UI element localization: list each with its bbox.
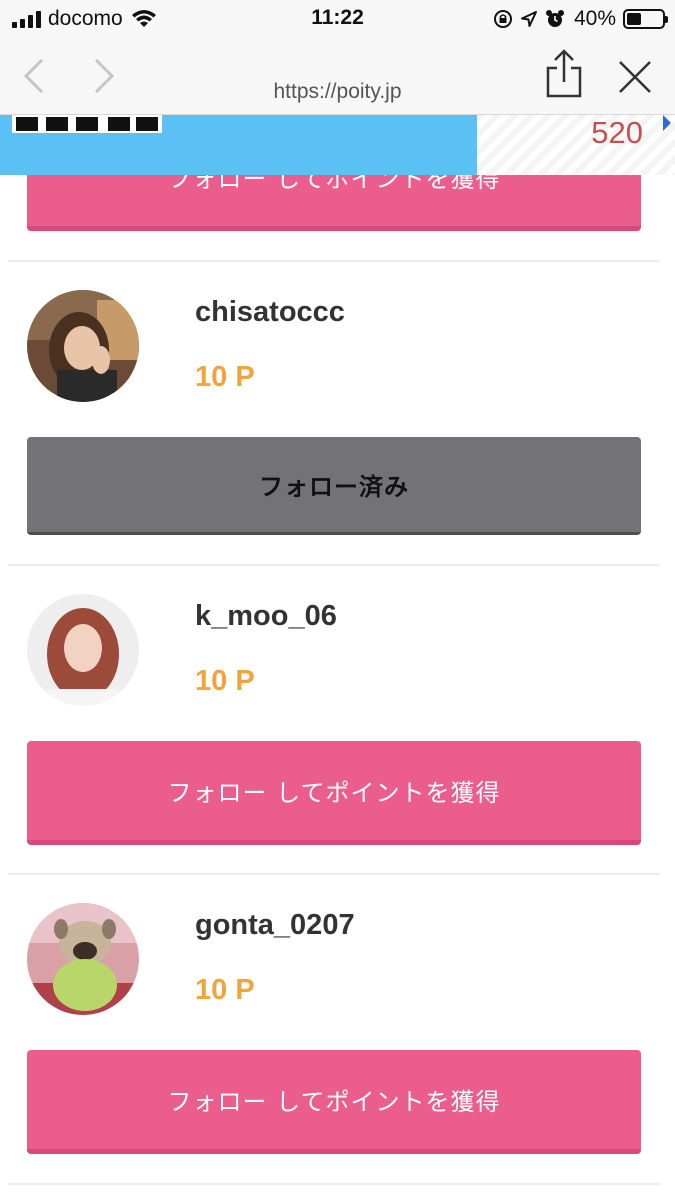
avatar[interactable] (27, 903, 139, 1015)
status-bar: docomo 11:22 40% (0, 0, 675, 38)
username[interactable]: k_moo_06 (195, 600, 337, 633)
username[interactable]: gonta_0207 (195, 909, 355, 942)
username[interactable]: chisatoccc (195, 296, 345, 329)
follow-button-label: フォロー してポイントを獲得 (167, 779, 501, 807)
divider (8, 564, 660, 566)
banner-left (0, 115, 477, 175)
banner-right: 520 (477, 115, 675, 175)
browser-toolbar: https://poity.jp (0, 38, 675, 115)
play-icon (663, 115, 671, 131)
alarm-icon (545, 10, 564, 27)
close-icon[interactable] (614, 56, 656, 98)
followed-button[interactable]: フォロー済み (27, 437, 641, 535)
avatar[interactable] (27, 594, 139, 706)
follow-button[interactable]: フォロー してポイントを獲得 (27, 1050, 641, 1154)
points-value: 10 P (195, 361, 255, 393)
share-icon[interactable] (543, 48, 585, 100)
banner-number: 520 (591, 115, 643, 150)
battery-percent: 40% (573, 7, 616, 30)
avatar[interactable] (27, 290, 139, 402)
followed-button-label: フォロー済み (259, 473, 409, 501)
divider (8, 260, 660, 262)
rotation-lock-icon (493, 10, 512, 28)
follow-button[interactable]: フォロー してポイントを獲得 (27, 741, 641, 845)
battery-icon (623, 9, 668, 29)
battery-fill (627, 13, 641, 25)
divider (8, 1183, 660, 1185)
banner-logo-icon (12, 115, 162, 133)
location-icon (520, 11, 537, 27)
banner-ad[interactable]: 520 (0, 115, 675, 175)
points-value: 10 P (195, 665, 255, 697)
points-value: 10 P (195, 974, 255, 1006)
follow-button-label: フォロー してポイントを獲得 (167, 1088, 501, 1116)
divider (8, 873, 660, 875)
